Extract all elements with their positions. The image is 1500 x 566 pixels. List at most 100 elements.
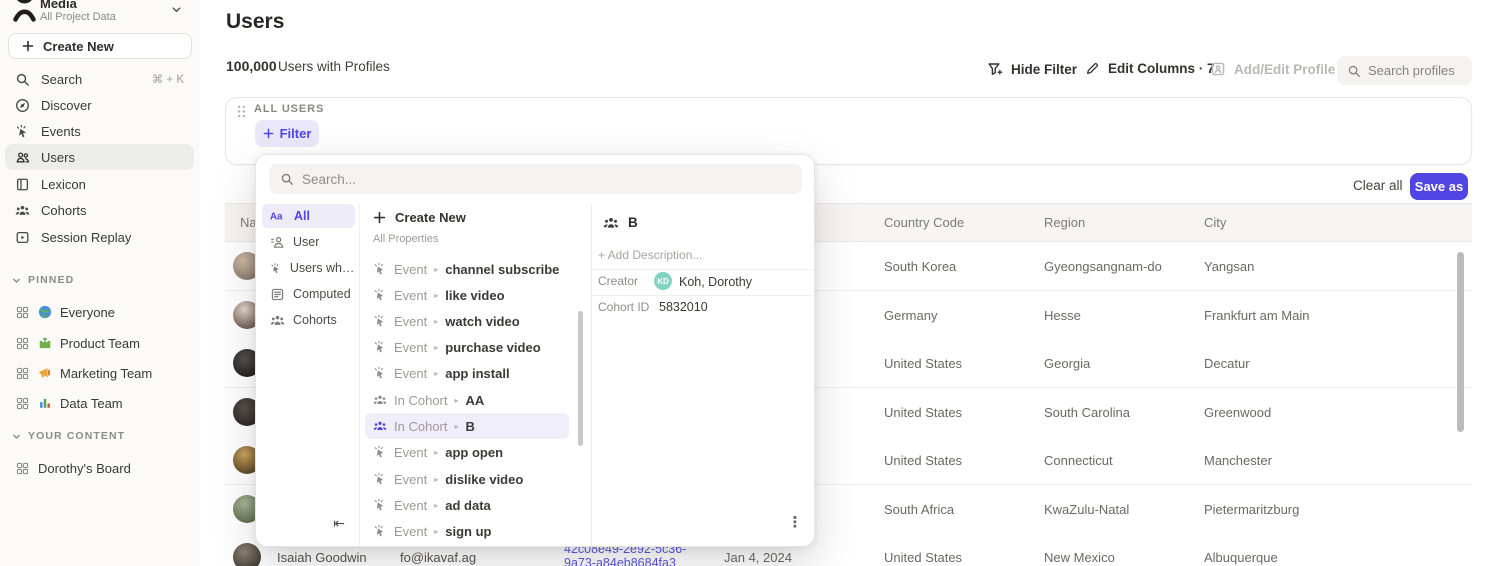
column-header-region[interactable]: Region bbox=[1044, 215, 1085, 230]
puzzle-icon bbox=[38, 336, 52, 350]
property-item-app-open[interactable]: Event▸app open bbox=[365, 439, 569, 465]
property-name: dislike video bbox=[445, 472, 523, 487]
user-count-label[interactable]: Users with Profiles bbox=[278, 59, 390, 74]
project-switcher[interactable]: Media All Project Data bbox=[40, 0, 116, 23]
popup-search-box bbox=[269, 164, 802, 194]
create-new-button[interactable]: Create New bbox=[8, 33, 192, 59]
search-profiles-box bbox=[1337, 56, 1472, 85]
property-prefix: Event bbox=[394, 262, 427, 277]
category-computed[interactable]: Computed bbox=[262, 282, 355, 306]
sidebar-item-dorothys-board[interactable]: Dorothy's Board bbox=[5, 453, 194, 483]
sidebar-item-search[interactable]: Search ⌘ + K bbox=[5, 66, 194, 92]
save-as-button[interactable]: Save as bbox=[1410, 173, 1468, 200]
cell-city: Decatur bbox=[1204, 356, 1250, 371]
divider bbox=[592, 295, 815, 296]
event-spark-icon bbox=[373, 472, 387, 486]
sidebar-item-label: Marketing Team bbox=[60, 366, 152, 381]
cell-country: South Korea bbox=[884, 259, 956, 274]
sidebar: Media All Project Data Create New Search… bbox=[0, 0, 200, 566]
sidebar-item-everyone[interactable]: Everyone bbox=[5, 297, 194, 327]
column-header-city[interactable]: City bbox=[1204, 215, 1226, 230]
popup-search-input[interactable] bbox=[302, 172, 742, 187]
property-prefix: In Cohort bbox=[394, 393, 447, 408]
sidebar-item-label: Data Team bbox=[60, 396, 123, 411]
user-count: 100,000 bbox=[226, 58, 277, 74]
cohort-icon bbox=[373, 393, 387, 407]
column-header-country-code[interactable]: Country Code bbox=[884, 215, 964, 230]
add-description-link[interactable]: + Add Description... bbox=[598, 248, 702, 262]
hide-filter-button[interactable]: Hide Filter bbox=[987, 61, 1077, 77]
event-spark-icon bbox=[373, 262, 387, 276]
cell-country: United States bbox=[884, 550, 962, 565]
search-icon bbox=[1347, 64, 1361, 78]
arrow-icon: ▸ bbox=[454, 396, 458, 405]
add-edit-profile-button[interactable]: Add/Edit Profile bbox=[1210, 61, 1335, 77]
cell-region: KwaZulu-Natal bbox=[1044, 502, 1129, 517]
project-subtitle: All Project Data bbox=[40, 11, 116, 23]
sidebar-item-label: Session Replay bbox=[41, 230, 131, 245]
arrow-icon: ▸ bbox=[454, 422, 458, 431]
property-item-ad-data[interactable]: Event▸ad data bbox=[365, 492, 569, 518]
table-scrollbar[interactable] bbox=[1457, 252, 1464, 432]
property-item-cohort-aa[interactable]: In Cohort ▸ AA bbox=[365, 387, 569, 413]
popup-list-scrollbar[interactable] bbox=[578, 311, 583, 446]
sidebar-item-users[interactable]: Users bbox=[5, 144, 194, 170]
creator-name: Koh, Dorothy bbox=[679, 275, 752, 289]
category-user[interactable]: User bbox=[262, 230, 355, 254]
sidebar-item-discover[interactable]: Discover bbox=[5, 92, 194, 118]
sidebar-item-events[interactable]: Events bbox=[5, 118, 194, 144]
category-users-who-did[interactable]: Users who di... bbox=[262, 256, 355, 280]
sidebar-item-label: Discover bbox=[41, 98, 92, 113]
users-icon bbox=[15, 150, 30, 165]
property-item-cohort-b[interactable]: In Cohort▸B bbox=[365, 413, 569, 439]
pinned-section-header[interactable]: PINNED bbox=[12, 274, 74, 286]
cohort-icon bbox=[270, 313, 285, 328]
property-name: AA bbox=[466, 393, 485, 408]
property-prefix: Event bbox=[394, 288, 427, 303]
event-spark-icon bbox=[373, 524, 387, 538]
popup-section-label: All Properties bbox=[373, 233, 438, 245]
popup-create-new-button[interactable]: Create New bbox=[373, 204, 466, 230]
sidebar-item-lexicon[interactable]: Lexicon bbox=[5, 171, 194, 197]
sidebar-item-data-team[interactable]: Data Team bbox=[5, 388, 194, 418]
hide-filter-label: Hide Filter bbox=[1011, 62, 1077, 77]
clear-all-button[interactable]: Clear all bbox=[1353, 178, 1403, 193]
arrow-icon: ▸ bbox=[434, 265, 438, 274]
drag-handle-icon[interactable] bbox=[237, 105, 246, 118]
property-item-app-install[interactable]: Event▸app install bbox=[365, 360, 569, 386]
arrow-icon: ▸ bbox=[434, 317, 438, 326]
event-spark-icon bbox=[270, 261, 282, 276]
your-content-section-header[interactable]: YOUR CONTENT bbox=[12, 430, 125, 442]
property-prefix: Event bbox=[394, 445, 427, 460]
kebab-menu-icon[interactable]: ⋮ bbox=[784, 511, 806, 533]
sidebar-item-session-replay[interactable]: Session Replay bbox=[5, 224, 194, 250]
property-prefix: In Cohort bbox=[394, 419, 447, 434]
plus-icon bbox=[22, 40, 34, 52]
property-item-purchase-video[interactable]: Event▸purchase video bbox=[365, 334, 569, 360]
property-prefix: Event bbox=[394, 366, 427, 381]
filter-scope-label: ALL USERS bbox=[254, 103, 324, 115]
computed-icon bbox=[270, 287, 285, 302]
sidebar-item-marketing-team[interactable]: Marketing Team bbox=[5, 358, 194, 388]
bar-chart-icon bbox=[38, 396, 52, 410]
property-item-sign-up[interactable]: Event▸sign up bbox=[365, 518, 569, 544]
sidebar-item-label: Lexicon bbox=[41, 177, 86, 192]
category-cohorts[interactable]: Cohorts bbox=[262, 308, 355, 332]
property-name: channel subscribe bbox=[445, 262, 559, 277]
divider bbox=[591, 204, 592, 547]
project-chevron-down-icon[interactable] bbox=[171, 2, 182, 20]
property-item-dislike-video[interactable]: Event▸dislike video bbox=[365, 466, 569, 492]
property-name: purchase video bbox=[445, 340, 540, 355]
property-name: like video bbox=[445, 288, 504, 303]
property-item-like-video[interactable]: Event▸like video bbox=[365, 282, 569, 308]
collapse-panel-icon[interactable]: ⇤ bbox=[328, 513, 350, 533]
search-profiles-input[interactable] bbox=[1368, 63, 1463, 78]
category-all[interactable]: Aa All bbox=[262, 204, 355, 228]
property-item-channel-subscribe[interactable]: Event ▸ channel subscribe bbox=[365, 256, 569, 282]
edit-columns-button[interactable]: Edit Columns · 7 bbox=[1085, 61, 1215, 76]
property-item-watch-video[interactable]: Event▸watch video bbox=[365, 308, 569, 334]
sidebar-item-cohorts[interactable]: Cohorts bbox=[5, 197, 194, 223]
svg-text:Aa: Aa bbox=[270, 212, 283, 222]
add-filter-button[interactable]: Filter bbox=[255, 120, 319, 147]
sidebar-item-product-team[interactable]: Product Team bbox=[5, 328, 194, 358]
